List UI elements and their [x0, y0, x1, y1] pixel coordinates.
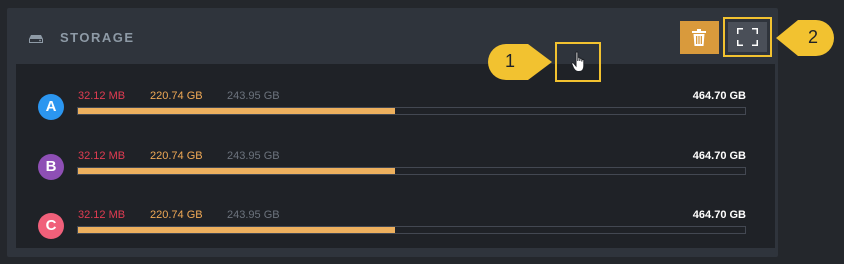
usage-bar-fill	[78, 227, 395, 233]
available-value: 243.95 GB	[227, 209, 280, 221]
usage-bar-fill	[78, 108, 395, 114]
hand-pointer-icon	[571, 51, 585, 72]
available-value: 243.95 GB	[227, 90, 280, 102]
used-value: 32.12 MB	[78, 209, 126, 221]
usage-bar-fill	[78, 168, 395, 174]
drive-badge: C	[38, 213, 64, 239]
panel-title: STORAGE	[60, 30, 135, 45]
available-value: 243.95 GB	[227, 150, 280, 162]
delete-button[interactable]	[680, 21, 719, 54]
callout-2-marker	[776, 20, 834, 56]
used-value: 32.12 MB	[78, 150, 126, 162]
total-value: 464.70 GB	[692, 150, 746, 162]
drive-list: A 32.12 MB 220.74 GB 243.95 GB 464.70 GB…	[16, 64, 775, 248]
panel-header: STORAGE	[7, 8, 778, 62]
drive-row-a: A 32.12 MB 220.74 GB 243.95 GB 464.70 GB	[16, 80, 775, 130]
free-value: 220.74 GB	[150, 150, 203, 162]
used-value: 32.12 MB	[78, 90, 126, 102]
hard-drive-icon	[29, 35, 43, 43]
drive-row-b: B 32.12 MB 220.74 GB 243.95 GB 464.70 GB	[16, 140, 775, 190]
drive-row-c: C 32.12 MB 220.74 GB 243.95 GB 464.70 GB	[16, 199, 775, 249]
fullscreen-icon	[737, 28, 758, 46]
storage-panel: STORAGE A 32.12 MB 220.74 GB 243.95 GB 4…	[7, 8, 778, 257]
drive-badge: A	[38, 94, 64, 120]
cursor-highlight	[555, 42, 601, 82]
drive-badge: B	[38, 154, 64, 180]
callout-2-label: 2	[808, 27, 819, 47]
callout-1-marker	[488, 44, 552, 80]
free-value: 220.74 GB	[150, 90, 203, 102]
total-value: 464.70 GB	[692, 209, 746, 221]
usage-bar	[77, 107, 746, 115]
usage-bar	[77, 226, 746, 234]
usage-bar	[77, 167, 746, 175]
trash-icon	[692, 29, 706, 46]
free-value: 220.74 GB	[150, 209, 203, 221]
total-value: 464.70 GB	[692, 90, 746, 102]
fullscreen-button[interactable]	[723, 17, 772, 57]
callout-1-label: 1	[505, 51, 516, 71]
